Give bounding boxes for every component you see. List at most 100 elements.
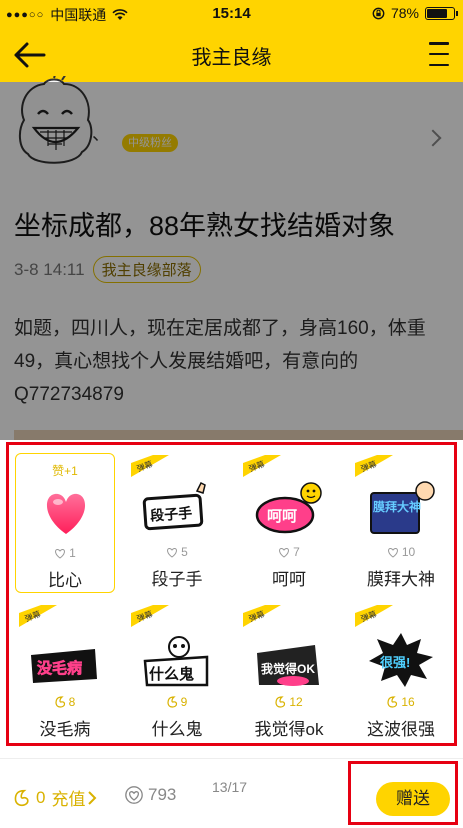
gift-price: 8: [15, 695, 115, 709]
battery-level: [427, 8, 448, 18]
sticker-text: 什么鬼: [149, 665, 194, 683]
gift-price-value: 9: [180, 695, 188, 709]
gift-price: 7: [239, 545, 339, 559]
heart-outline-icon: [167, 547, 178, 558]
gift-item-bixin[interactable]: 赞+1 1 比心: [15, 453, 115, 593]
duanzishou-sticker-icon: 段子手: [142, 481, 206, 531]
heart-balance-value: 793: [148, 785, 177, 804]
gift-label: 什么鬼: [151, 720, 203, 739]
gift-price-value: 1: [69, 546, 76, 560]
coin-icon: [387, 696, 398, 708]
danmu-badge: 弹幕: [243, 605, 281, 627]
menu-line: [429, 52, 449, 56]
menu-line: [429, 42, 449, 45]
heart-outline-icon: [279, 547, 290, 558]
sticker-text: 我觉得OK: [261, 661, 315, 676]
gift-price-value: 8: [68, 695, 76, 709]
menu-icon[interactable]: [429, 42, 449, 66]
sticker-text: 呵呵: [267, 508, 297, 525]
coin-icon: [167, 696, 177, 708]
gift-price: 16: [351, 695, 451, 709]
gift-label: 这波很强: [367, 720, 435, 739]
battery-percent: 78%: [390, 5, 419, 21]
coin-balance: 0 充值: [14, 785, 97, 810]
bottom-bar: 0 充值 793 13/17 赠送: [0, 758, 463, 828]
heart-balance: 793: [124, 785, 176, 805]
recharge-label: 充值: [51, 790, 86, 809]
sticker-text: 没毛病: [37, 659, 82, 677]
page-indicator: 13/17: [212, 779, 248, 795]
danmu-badge: 弹幕: [131, 605, 169, 627]
henqiang-sticker-icon: 很强!: [369, 633, 433, 687]
gift-price-value: 16: [401, 695, 415, 709]
chevron-right-icon: [88, 790, 97, 805]
gift-item-meimaobing[interactable]: 弹幕 没毛病 8 没毛病: [15, 603, 115, 743]
wojuedeok-sticker-icon: 我觉得OK: [257, 645, 319, 686]
post-date: 3-8 14:11: [14, 259, 85, 279]
avatar[interactable]: [10, 76, 100, 168]
gift-label: 呵呵: [272, 570, 306, 589]
author-name: 、: [92, 124, 110, 144]
gift-item-wojuedeok[interactable]: 弹幕 我觉得OK 12 我觉得ok: [239, 603, 339, 743]
gift-price: 12: [239, 695, 339, 709]
post-meta: 3-8 14:11 我主良缘部落: [14, 256, 201, 283]
coin-icon: [55, 696, 65, 708]
post-body: 如题，四川人，现在定居成都了，身高160，体重49，真心想找个人发展结婚吧，有意…: [14, 318, 426, 405]
send-button[interactable]: 赠送: [376, 782, 450, 816]
gift-panel: 赞+1 1 比心 弹幕 段子手 5 段子手 弹幕 呵呵 7 呵呵 弹幕 膜拜大神…: [0, 440, 463, 828]
hehe-sticker-icon: 呵呵: [255, 482, 322, 534]
heart-outline-icon: [387, 547, 398, 558]
danmu-badge: 弹幕: [131, 455, 169, 477]
nav-bar: 我主良缘: [0, 28, 463, 82]
coin-balance-value: 0: [36, 787, 46, 807]
page-title: 我主良缘: [191, 46, 272, 69]
danmu-badge: 弹幕: [355, 455, 393, 477]
menu-line: [429, 63, 449, 66]
fan-badge: 中级粉丝: [122, 134, 178, 152]
coin-icon: [14, 789, 29, 806]
danmu-badge: 弹幕: [19, 605, 57, 627]
gift-price: 9: [127, 695, 227, 709]
gift-item-zhebohenqiang[interactable]: 弹幕 很强! 16 这波很强: [351, 603, 451, 743]
gift-label: 比心: [48, 571, 82, 590]
post-title: 坐标成都，88年熟女找结婚对象: [14, 211, 396, 241]
gift-price-value: 5: [181, 545, 188, 559]
shenmegui-sticker-icon: 什么鬼: [143, 636, 209, 687]
danmu-badge: 弹幕: [243, 455, 281, 477]
like-bonus: 赞+1: [52, 464, 78, 478]
gift-grid: 赞+1 1 比心 弹幕 段子手 5 段子手 弹幕 呵呵 7 呵呵 弹幕 膜拜大神…: [9, 445, 454, 743]
post-content: 、 中级粉丝 坐标成都，88年熟女找结婚对象 3-8 14:11 我主良缘部落 …: [0, 76, 463, 522]
rotation-lock-icon: [372, 7, 385, 19]
sticker-text: 膜拜大神: [373, 499, 421, 514]
heart-outline-icon: [125, 786, 143, 804]
battery-area: 78%: [372, 5, 458, 21]
danmu-badge: 弹幕: [355, 605, 393, 627]
gift-price: 1: [16, 546, 114, 560]
gift-item-hehe[interactable]: 弹幕 呵呵 7 呵呵: [239, 453, 339, 593]
gift-item-shenmegui[interactable]: 弹幕 什么鬼 9 什么鬼: [127, 603, 227, 743]
gift-item-duanzishou[interactable]: 弹幕 段子手 5 段子手: [127, 453, 227, 593]
gift-label: 膜拜大神: [367, 570, 435, 589]
status-bar: ●●●○○ 中国联通 15:14 78%: [0, 0, 463, 28]
gift-label: 没毛病: [39, 720, 91, 739]
heart-gift-icon: [46, 493, 86, 534]
chevron-right-icon[interactable]: [424, 129, 442, 147]
send-button-highlight: 赠送: [348, 761, 458, 825]
meimaobing-sticker-icon: 没毛病: [31, 649, 97, 683]
gift-price-value: 10: [401, 545, 416, 559]
gift-label: 我觉得ok: [254, 720, 324, 739]
gift-price: 10: [351, 545, 451, 559]
gift-price-value: 7: [293, 545, 300, 559]
gift-item-mobaidashen[interactable]: 弹幕 膜拜大神 10 膜拜大神: [351, 453, 451, 593]
gift-grid-highlight: 赞+1 1 比心 弹幕 段子手 5 段子手 弹幕 呵呵 7 呵呵 弹幕 膜拜大神…: [6, 442, 457, 746]
post-tag[interactable]: 我主良缘部落: [92, 256, 201, 283]
gift-price: 5: [127, 545, 227, 559]
author-row[interactable]: 、 中级粉丝: [0, 76, 463, 170]
back-arrow-icon[interactable]: [12, 38, 48, 72]
coin-icon: [275, 696, 286, 708]
recharge-link[interactable]: 充值: [51, 785, 97, 810]
gift-label: 段子手: [151, 570, 203, 589]
heart-outline-icon: [55, 548, 66, 559]
sticker-text: 很强!: [380, 655, 410, 670]
sticker-text: 段子手: [150, 505, 193, 524]
